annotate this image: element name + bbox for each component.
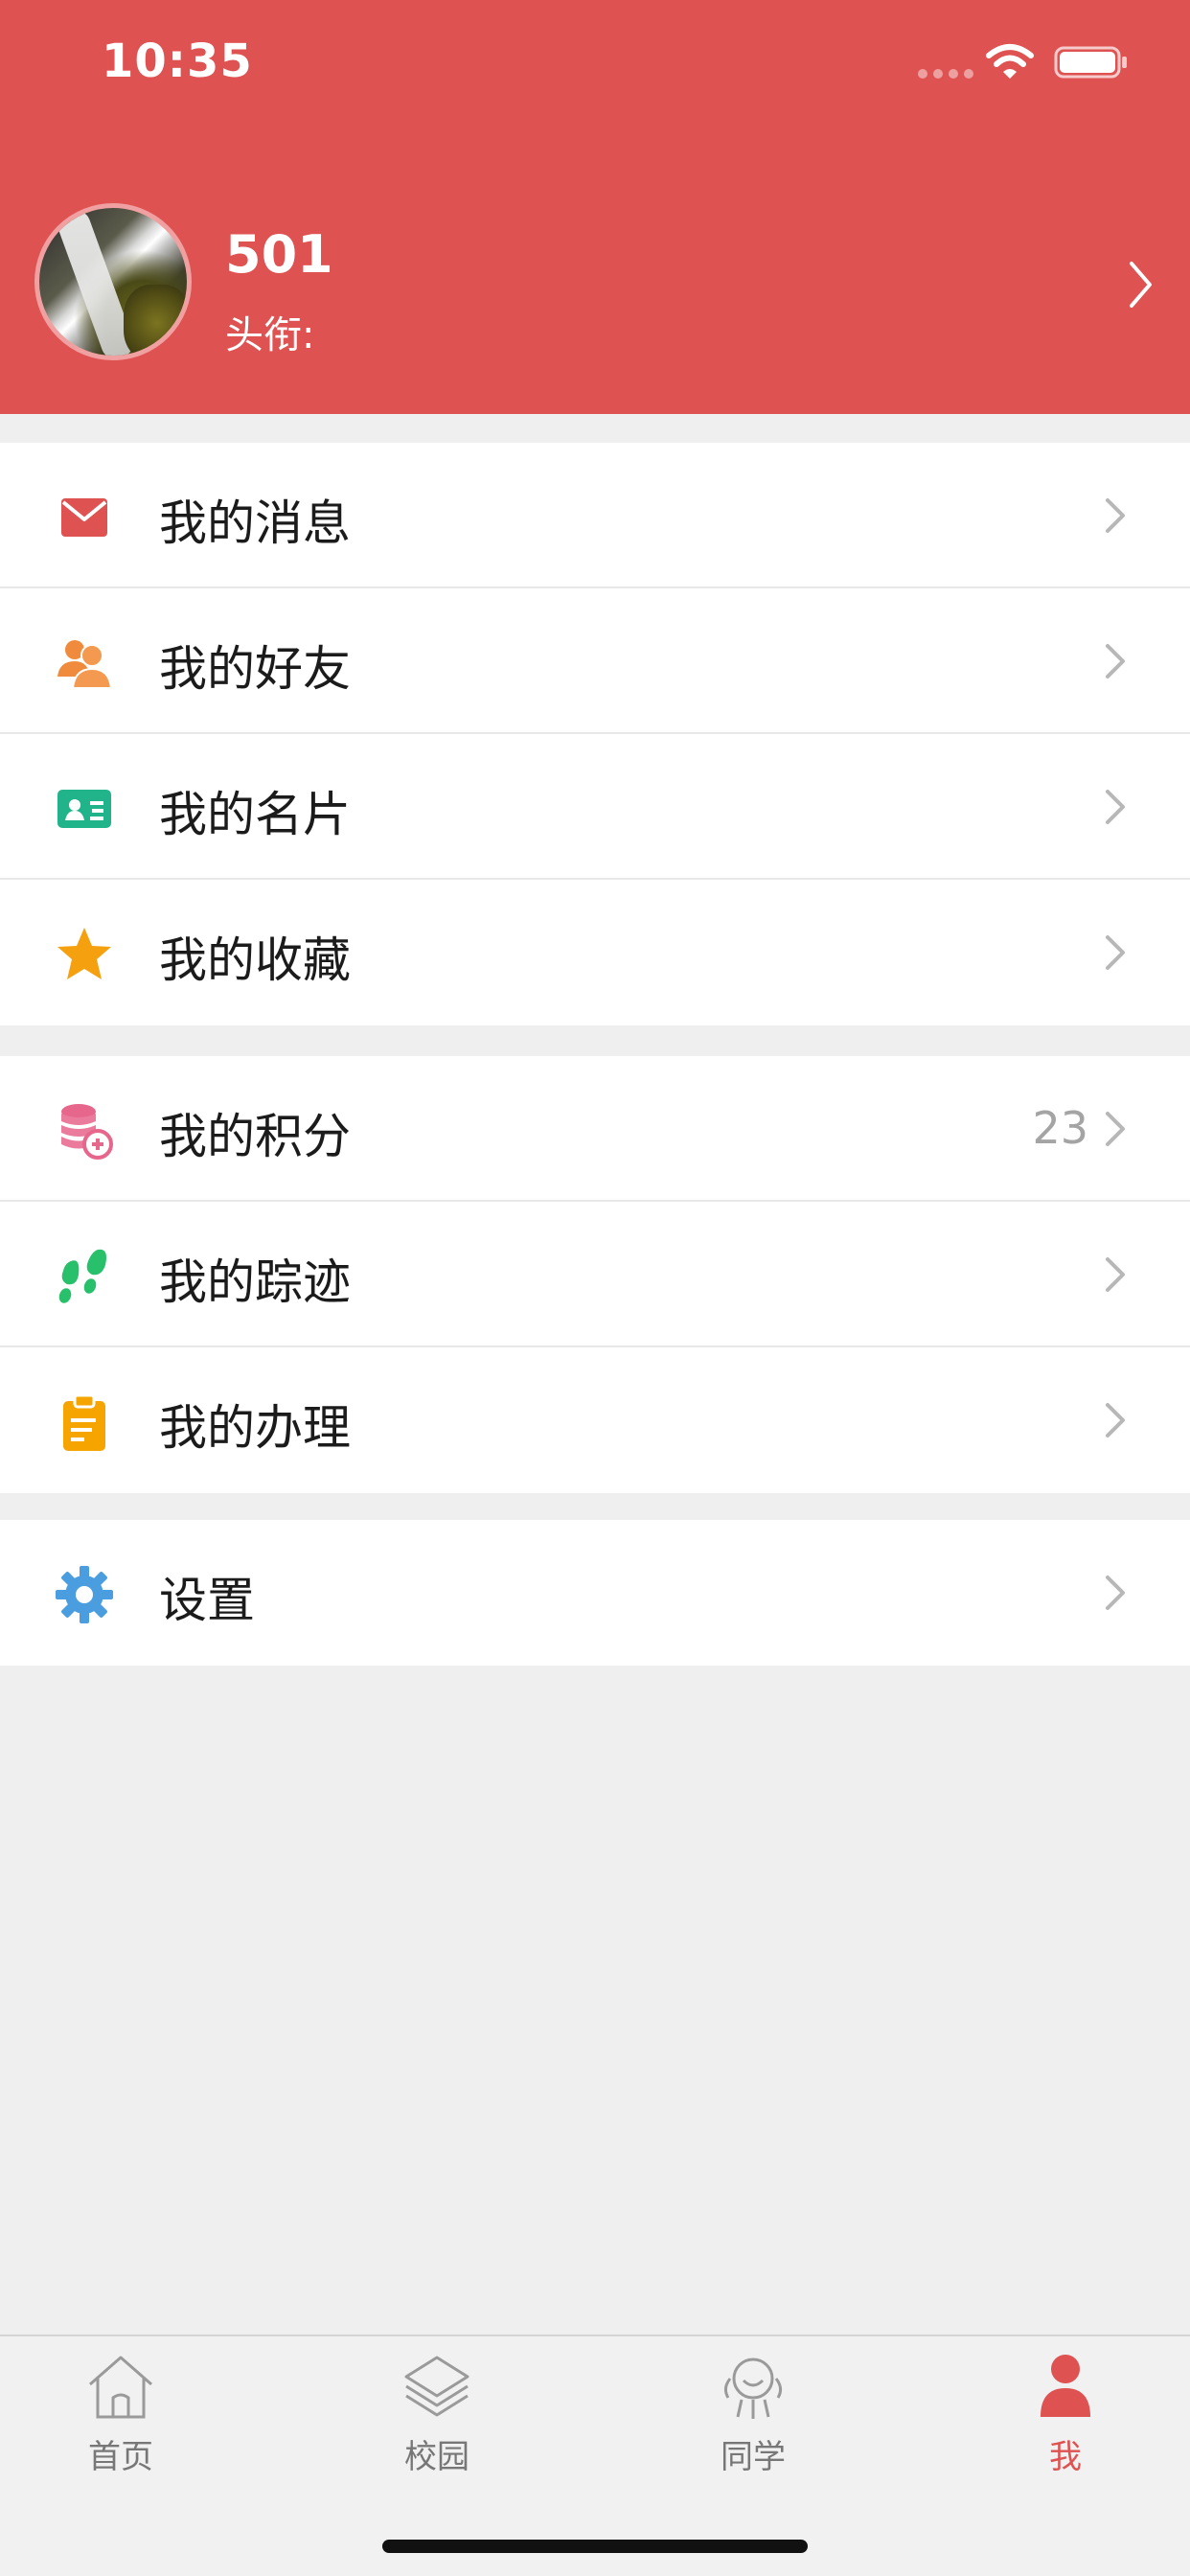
chevron-right-icon <box>1106 1403 1125 1438</box>
chevron-right-icon <box>1106 498 1125 533</box>
clipboard-icon <box>63 1393 105 1451</box>
status-time: 10:35 <box>102 34 253 88</box>
tab-bar: 首页 校园 同学 我 <box>0 2334 1190 2576</box>
points-value: 23 <box>1032 1102 1088 1154</box>
wifi-icon <box>986 44 1034 79</box>
profile-title-label: 头衔: <box>225 313 315 357</box>
menu-item-friends[interactable]: 我的好友 <box>0 588 1190 734</box>
menu-item-label: 我的收藏 <box>159 932 351 988</box>
menu-group-3: 设置 <box>0 1520 1190 1666</box>
chevron-right-icon <box>1106 790 1125 824</box>
menu-item-points[interactable]: 我的积分 23 <box>0 1056 1190 1202</box>
profile-header: 10:35 501 头衔: <box>0 0 1190 414</box>
layers-icon <box>404 2356 469 2417</box>
tab-me[interactable]: 我 <box>970 2350 1161 2484</box>
tab-label: 校园 <box>404 2438 469 2476</box>
footprints-icon <box>58 1249 106 1303</box>
gear-icon <box>56 1566 113 1623</box>
mail-icon <box>61 498 107 537</box>
tab-label: 同学 <box>721 2438 786 2476</box>
menu-item-label: 设置 <box>159 1573 255 1628</box>
menu-item-settings[interactable]: 设置 <box>0 1520 1190 1666</box>
chevron-right-icon <box>1130 262 1152 308</box>
chevron-right-icon <box>1106 1112 1125 1146</box>
menu-group-2: 我的积分 23 我的踪迹 我的办理 <box>0 1056 1190 1493</box>
chevron-right-icon <box>1106 1576 1125 1610</box>
tab-label: 首页 <box>88 2438 153 2476</box>
menu-item-label: 我的办理 <box>159 1400 351 1456</box>
menu-item-label: 我的好友 <box>159 641 351 697</box>
tab-classmates[interactable]: 同学 <box>657 2350 849 2484</box>
classmates-icon <box>723 2358 783 2419</box>
tab-home[interactable]: 首页 <box>25 2350 217 2484</box>
avatar[interactable] <box>34 203 192 360</box>
tab-label: 我 <box>1049 2438 1082 2476</box>
menu-item-label: 我的名片 <box>159 787 351 842</box>
chevron-right-icon <box>1106 1257 1125 1292</box>
friends-icon <box>57 640 113 689</box>
cellular-signal-icon <box>918 69 973 79</box>
tab-campus[interactable]: 校园 <box>341 2350 533 2484</box>
menu-item-business-card[interactable]: 我的名片 <box>0 734 1190 880</box>
menu-item-applications[interactable]: 我的办理 <box>0 1347 1190 1493</box>
home-indicator[interactable] <box>382 2540 808 2553</box>
menu-item-label: 我的踪迹 <box>159 1254 351 1310</box>
chevron-right-icon <box>1106 644 1125 678</box>
menu-item-label: 我的积分 <box>159 1109 351 1164</box>
profile-name: 501 <box>225 224 333 285</box>
home-icon <box>89 2356 152 2419</box>
menu-item-footprints[interactable]: 我的踪迹 <box>0 1202 1190 1347</box>
battery-icon <box>1054 46 1127 79</box>
chevron-right-icon <box>1106 935 1125 970</box>
points-coins-icon <box>61 1104 113 1160</box>
menu-group-1: 我的消息 我的好友 我的名片 我的收藏 <box>0 443 1190 1025</box>
person-icon <box>1041 2355 1090 2417</box>
business-card-icon <box>57 790 111 828</box>
menu-item-label: 我的消息 <box>159 495 351 551</box>
menu-item-favorites[interactable]: 我的收藏 <box>0 880 1190 1025</box>
star-icon <box>57 928 111 979</box>
menu-item-messages[interactable]: 我的消息 <box>0 443 1190 588</box>
